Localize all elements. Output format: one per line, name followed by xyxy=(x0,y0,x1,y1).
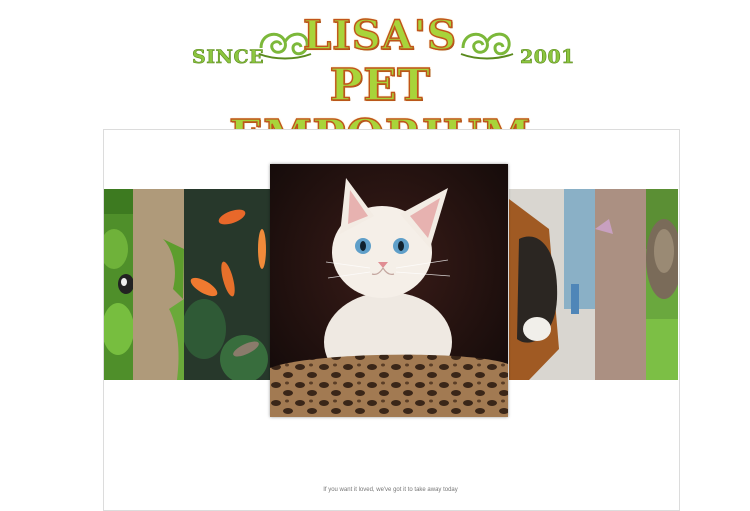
logo-title-line1: LISA'S xyxy=(302,11,457,59)
footer-tagline: If you want it loved, we've got it to ta… xyxy=(323,487,458,493)
site-logo[interactable]: SINCE LISA'S 2001 PET EMPORIUM xyxy=(185,8,575,162)
carousel-slide-boxer-dog[interactable] xyxy=(509,189,595,380)
swirl-ornament-icon xyxy=(460,32,514,60)
carousel-slide-kitten-active[interactable] xyxy=(270,164,508,417)
carousel-slide-bird-perched[interactable] xyxy=(595,189,646,380)
carousel-slide-hedgehog[interactable] xyxy=(646,189,678,380)
carousel-slide-leaf-butterfly[interactable] xyxy=(104,189,133,380)
carousel-slide-koi[interactable] xyxy=(184,189,270,380)
carousel-slide-bird[interactable] xyxy=(133,189,184,380)
